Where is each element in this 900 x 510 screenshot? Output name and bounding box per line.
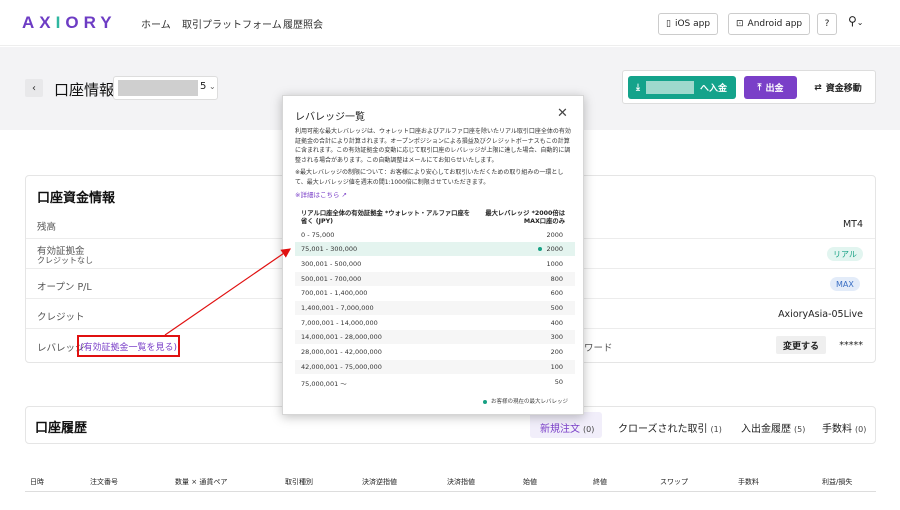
ios-app-button[interactable]: ▯ iOS app	[658, 13, 719, 35]
column-header[interactable]: 決済逆指値	[362, 477, 397, 487]
nav-history[interactable]: 履歴照会	[283, 16, 323, 31]
credit-label: クレジット	[37, 312, 85, 323]
leverage-row: 28,000,001 - 42,000,000 200	[301, 348, 563, 356]
deposit-button[interactable]: ⤓ へ入金	[628, 76, 736, 99]
password-mask: *****	[839, 340, 863, 351]
phone-icon: ▯	[666, 19, 671, 29]
annotation-highlight-box	[77, 335, 180, 357]
history-title: 口座履歴	[35, 421, 88, 436]
divider	[25, 491, 876, 492]
user-icon: ⚲	[848, 14, 857, 28]
details-link[interactable]: ※詳細はこちら ↗	[295, 189, 347, 199]
password-label: ワード	[584, 343, 613, 354]
leverage-row: 0 - 75,000 2000	[301, 231, 563, 239]
user-menu[interactable]: ⚲⌄	[848, 14, 864, 28]
chevron-down-icon: ⌄	[856, 18, 864, 27]
transfer-icon: ⇄	[814, 82, 822, 93]
leverage-row: 7,000,001 - 14,000,000 400	[301, 319, 563, 327]
page-title: 口座情報	[54, 81, 115, 99]
tab-new-orders[interactable]: 新規注文 (0)	[540, 420, 594, 435]
modal-note: ※最大レバレッジの制限について：お客様により安心してお取引いただくための取り組み…	[295, 169, 564, 186]
axiory-logo[interactable]: AXIORY	[22, 13, 117, 33]
leverage-row: 300,001 - 500,000 1000	[301, 260, 563, 268]
top-navbar: AXIORY ホーム 取引プラットフォーム 履歴照会 ▯ iOS app ⊡ And…	[0, 0, 900, 46]
tab-deposit-history[interactable]: 入出金履歴 (5)	[741, 420, 805, 435]
nav-home[interactable]: ホーム	[141, 16, 171, 31]
column-header[interactable]: 数量 × 通貨ペア	[175, 477, 227, 487]
server-value: AxioryAsia-05Live	[778, 309, 863, 320]
account-type-badge: リアル	[827, 247, 863, 261]
leverage-row: 14,000,001 - 28,000,000 300	[295, 330, 575, 344]
modal-description: 利用可能な最大レバレッジは、ウォレット口座およびアルファ口座を除いたリアル取引口…	[295, 128, 571, 164]
column-header[interactable]: 終値	[593, 477, 607, 487]
help-icon: ?	[824, 19, 830, 29]
account-selector[interactable]: 5 ⌄	[113, 76, 218, 100]
leverage-row: 1,400,001 - 7,000,000 500	[295, 301, 575, 315]
account-number-tail: 5	[200, 81, 207, 92]
account-class-badge: MAX	[830, 277, 860, 291]
balance-label: 残高	[37, 222, 57, 233]
transfer-button[interactable]: ⇄ 資金移動	[805, 76, 871, 99]
leverage-row: 42,000,001 - 75,000,000 100	[295, 360, 575, 374]
help-button[interactable]: ?	[817, 13, 837, 35]
leverage-row-current: 75,001 - 300,000 2000	[295, 242, 575, 256]
tab-closed-trades[interactable]: クローズされた取引 (1)	[618, 420, 722, 435]
leverage-modal: レバレッジ一覧 ✕ 利用可能な最大レバレッジは、ウォレット口座およびアルファ口座…	[282, 95, 584, 415]
open-pl-label: オープン P/L	[37, 282, 92, 293]
column-header[interactable]: スワップ	[660, 477, 688, 487]
column-header[interactable]: 利益/損失	[822, 477, 852, 487]
masked-account-label	[645, 81, 694, 94]
android-app-button[interactable]: ⊡ Android app	[728, 13, 811, 35]
change-password-button[interactable]: 変更する	[776, 336, 826, 354]
legend-dot-icon	[483, 399, 487, 404]
nav-trading-platform[interactable]: 取引プラットフォーム	[182, 16, 282, 31]
leverage-row: 500,001 - 700,000 800	[295, 272, 575, 286]
equity-column-header: リアル口座全体の有効証拠金 *ウォレット・アルファ口座を省く (JPY)	[301, 210, 471, 225]
leverage-row: 700,001 - 1,400,000 600	[301, 289, 563, 297]
column-header[interactable]: 始値	[523, 477, 537, 487]
column-header[interactable]: 日時	[30, 477, 44, 487]
column-header[interactable]: 手数料	[738, 477, 759, 487]
upload-icon: ⤒	[757, 82, 762, 93]
chevron-down-icon: ⌄	[209, 82, 216, 91]
external-link-icon: ↗	[341, 191, 347, 199]
column-header[interactable]: 注文番号	[90, 477, 118, 487]
back-button[interactable]: ‹	[25, 79, 43, 97]
legend: お客様の現在の最大レバレッジ	[483, 397, 568, 405]
column-header[interactable]: 取引種別	[285, 477, 313, 487]
close-icon[interactable]: ✕	[557, 106, 568, 121]
platform-value: MT4	[842, 219, 863, 230]
withdraw-button[interactable]: ⤒ 出金	[744, 76, 797, 99]
funds-title: 口座資金情報	[37, 191, 116, 206]
modal-title: レバレッジ一覧	[295, 112, 365, 123]
chevron-left-icon: ‹	[32, 82, 36, 94]
column-header[interactable]: 決済指値	[447, 477, 475, 487]
leverage-column-header: 最大レバレッジ *2000倍はMAX口座のみ	[485, 210, 565, 225]
android-icon: ⊡	[736, 19, 744, 29]
current-indicator-icon	[538, 247, 543, 251]
tab-fees[interactable]: 手数料 (0)	[822, 420, 866, 435]
masked-account-number	[118, 80, 198, 96]
leverage-row: 75,000,001 〜 50	[301, 378, 563, 388]
download-icon: ⤓	[636, 82, 640, 93]
margin-sub-label: クレジットなし	[37, 256, 93, 265]
